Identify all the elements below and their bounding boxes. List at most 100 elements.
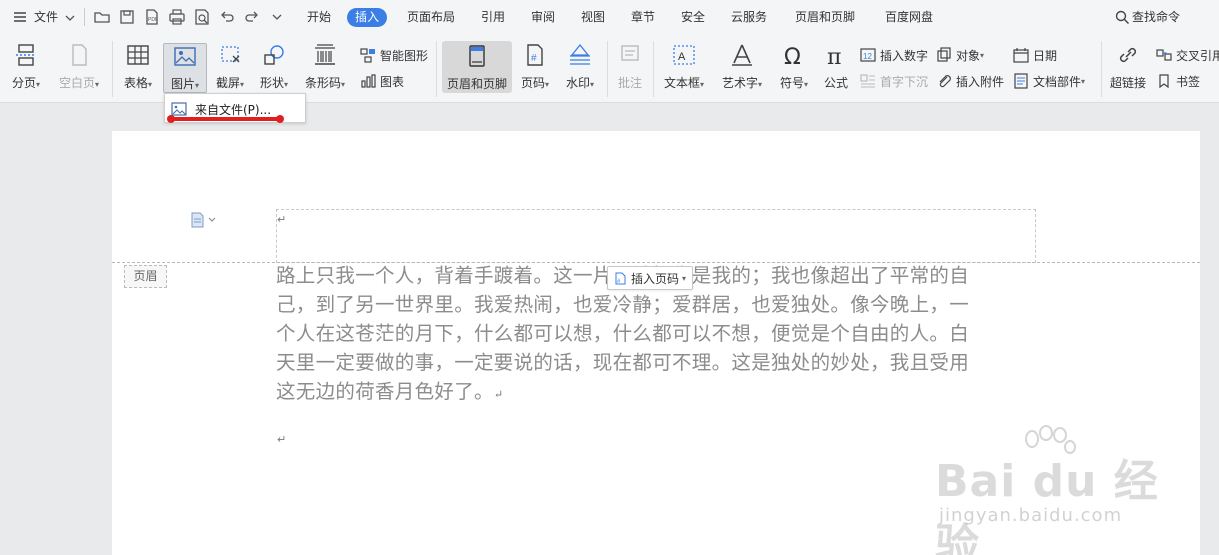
cross-reference-icon — [1156, 49, 1172, 61]
bookmark-label: 书签 — [1176, 74, 1201, 89]
tab-home[interactable]: 开始 — [307, 0, 331, 35]
hyperlink-label: 超链接 — [1109, 76, 1146, 90]
print-icon[interactable] — [168, 8, 186, 26]
word-art-icon — [729, 42, 755, 68]
page-number-button[interactable]: # 页码▾ — [514, 35, 556, 99]
body-line: 天里一定要做的事，一定要说的话，现在都可不理。这是独处的妙处，我且受用 — [276, 351, 970, 374]
table-button[interactable]: 表格▾ — [118, 35, 158, 99]
tab-chapter[interactable]: 章节 — [631, 0, 655, 35]
insert-attachment-button[interactable]: 插入附件 — [936, 71, 1004, 91]
save-icon[interactable] — [118, 8, 136, 26]
picture-button[interactable]: 图片▾ — [163, 43, 207, 93]
blank-page-label: 空白页 — [58, 76, 95, 90]
tab-view[interactable]: 视图 — [581, 0, 605, 35]
drop-cap-button[interactable]: 首字下沉 — [860, 71, 928, 91]
tab-insert[interactable]: 插入 — [347, 8, 388, 27]
tab-references[interactable]: 引用 — [481, 0, 505, 35]
watermark-main-text: Bai du 经验 — [935, 456, 1159, 555]
bookmark-button[interactable]: 书签 — [1156, 71, 1200, 91]
page-break-icon — [13, 42, 39, 68]
watermark-url: jingyan.baidu.com — [939, 505, 1123, 526]
customize-toolbar-icon[interactable] — [268, 8, 286, 26]
shapes-label: 形状 — [259, 76, 284, 90]
ribbon-divider — [1101, 41, 1102, 97]
drop-cap-icon — [860, 74, 875, 88]
page-number-label: 页码 — [520, 76, 545, 90]
page-break-button[interactable]: 分页▾ — [6, 35, 46, 99]
blank-page-button[interactable]: 空白页▾ — [52, 35, 106, 99]
header-editing-area[interactable] — [276, 209, 1036, 263]
comment-label: 批注 — [617, 76, 642, 90]
text-box-button[interactable]: A 文本框▾ — [658, 35, 710, 99]
tab-cloud-service[interactable]: 云服务 — [731, 0, 767, 35]
tab-baidu-netdisk[interactable]: 百度网盘 — [885, 0, 933, 35]
screenshot-icon — [217, 42, 243, 68]
ribbon-divider — [436, 41, 437, 97]
shapes-button[interactable]: 形状▾ — [254, 35, 294, 99]
divider — [84, 8, 85, 26]
chart-icon — [361, 74, 376, 88]
body-line: 己，到了另一世界里。我爱热闹，也爱冷静；爱群居，也爱独处。像今晚上，一 — [276, 293, 970, 316]
tab-review[interactable]: 审阅 — [531, 0, 555, 35]
image-file-icon — [171, 102, 187, 116]
insert-number-label: 插入数字 — [880, 48, 929, 63]
tab-security[interactable]: 安全 — [681, 0, 705, 35]
open-folder-icon[interactable] — [93, 8, 111, 26]
page-number-icon: # — [615, 272, 626, 285]
formula-button[interactable]: π 公式 — [818, 35, 854, 99]
insert-attachment-label: 插入附件 — [956, 74, 1005, 89]
bookmark-icon — [1159, 74, 1169, 89]
insert-number-button[interactable]: 12 插入数字 — [860, 45, 928, 65]
cross-reference-button[interactable]: 交叉引用 — [1156, 45, 1219, 65]
doc-parts-icon — [1014, 73, 1028, 89]
ribbon-divider — [653, 41, 654, 97]
shapes-icon — [261, 42, 287, 68]
chevron-down-icon[interactable] — [64, 12, 76, 24]
document-options-icon[interactable] — [190, 211, 220, 229]
search-command[interactable]: 查找命令 — [1132, 0, 1180, 35]
smart-art-icon — [360, 48, 375, 63]
header-footer-button[interactable]: 页眉和页脚 — [442, 41, 512, 93]
date-button[interactable]: 日期 — [1013, 45, 1057, 65]
undo-icon[interactable] — [218, 8, 236, 26]
watermark-label: 水印 — [565, 76, 590, 90]
omega-icon: Ω — [781, 42, 807, 70]
body-line: 个人在这苍茫的月下，什么都可以想，什么都可以不想，便觉是个自由的人。白 — [276, 322, 970, 345]
symbol-button[interactable]: Ω 符号▾ — [774, 35, 814, 99]
header-footer-label: 页眉和页脚 — [446, 77, 507, 91]
object-button[interactable]: 对象 ▾ — [936, 45, 984, 65]
doc-parts-button[interactable]: 文档部件 ▾ — [1013, 71, 1085, 91]
object-icon — [937, 47, 951, 62]
svg-text:12: 12 — [863, 52, 872, 61]
redo-icon[interactable] — [243, 8, 261, 26]
file-menu[interactable]: 文件 — [34, 0, 58, 35]
barcode-button[interactable]: 条形码▾ — [300, 35, 350, 99]
svg-text:π: π — [827, 45, 841, 68]
highlight-dot-left — [167, 115, 175, 123]
smart-art-button[interactable]: 智能图形 — [360, 45, 428, 65]
comment-icon — [617, 42, 643, 68]
word-art-button[interactable]: 艺术字▾ — [716, 35, 768, 99]
watermark-button[interactable]: 水印▾ — [560, 35, 600, 99]
tab-header-footer[interactable]: 页眉和页脚 — [795, 0, 855, 35]
insert-number-icon: 12 — [860, 48, 876, 62]
table-icon — [125, 42, 151, 68]
date-label: 日期 — [1033, 48, 1058, 63]
print-preview-icon[interactable] — [193, 8, 211, 26]
chart-button[interactable]: 图表 — [360, 71, 404, 91]
ribbon-divider — [607, 41, 608, 97]
comment-button[interactable]: 批注 — [612, 35, 648, 99]
from-file-label: 来自文件(P)... — [195, 102, 272, 117]
hyperlink-button[interactable]: 超链接 — [1106, 35, 1150, 99]
tab-page-layout[interactable]: 页面布局 — [407, 0, 455, 35]
text-box-icon: A — [671, 42, 697, 68]
screenshot-button[interactable]: 截屏▾ — [210, 35, 250, 99]
insert-page-number-label: 插入页码 — [631, 271, 680, 286]
export-pdf-icon[interactable]: PDF — [143, 8, 161, 26]
cross-reference-label: 交叉引用 — [1176, 48, 1219, 63]
picture-label: 图片 — [170, 77, 195, 91]
smart-art-label: 智能图形 — [380, 48, 429, 63]
insert-page-number-button[interactable]: # 插入页码 ▾ — [607, 266, 694, 290]
search-icon[interactable] — [1115, 10, 1130, 25]
hamburger-icon[interactable] — [12, 9, 28, 25]
